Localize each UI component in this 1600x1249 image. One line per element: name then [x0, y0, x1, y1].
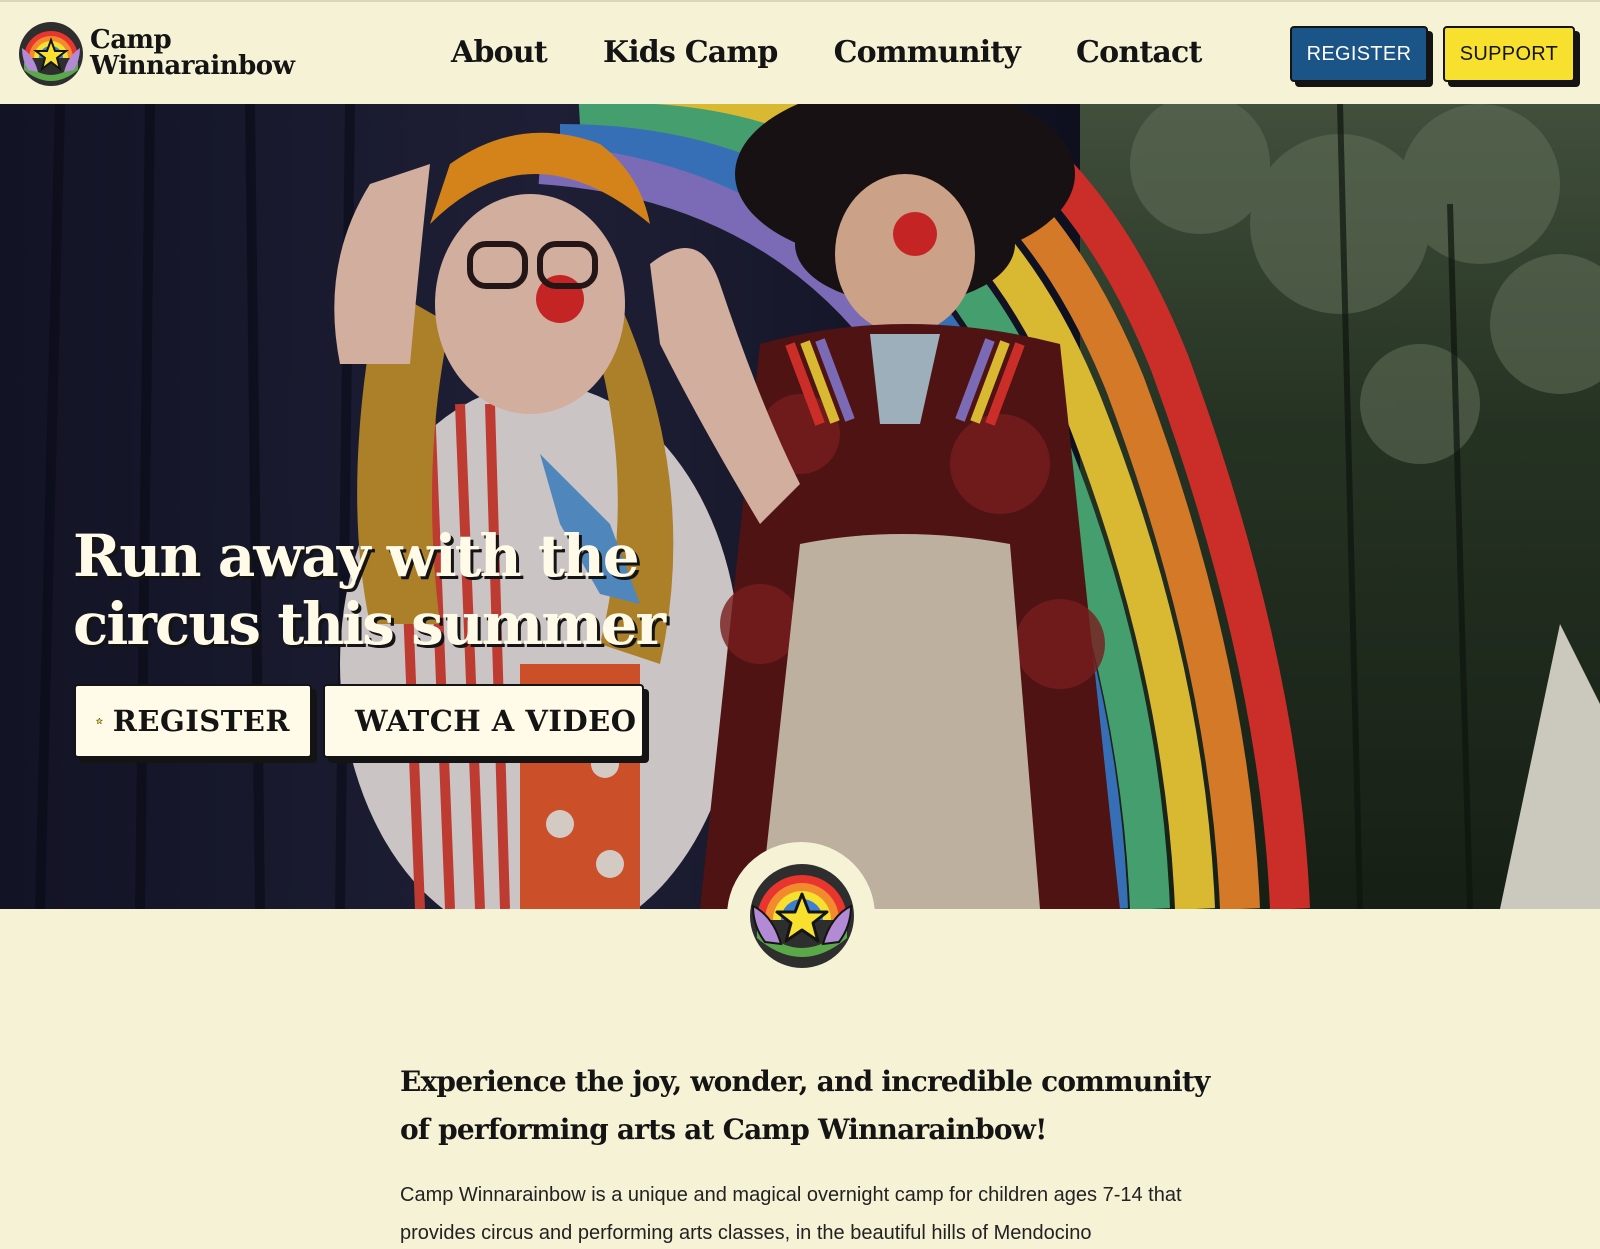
- header-support-button[interactable]: SUPPORT: [1443, 26, 1575, 82]
- watch-video-label: WATCH A VIDEO: [355, 704, 637, 738]
- site-name-line2: Winnarainbow: [90, 51, 295, 81]
- intro-body: Camp Winnarainbow is a unique and magica…: [400, 1184, 1182, 1244]
- header-register-button[interactable]: REGISTER: [1290, 26, 1428, 82]
- site-name: Camp Winnarainbow: [90, 27, 295, 79]
- rainbow-star-logo-icon: [19, 22, 83, 86]
- nav-contact[interactable]: Contact: [1076, 35, 1202, 70]
- hero-title: Run away with the circus this summer: [73, 522, 666, 658]
- intro-section: Experience the joy, wonder, and incredib…: [400, 1058, 1220, 1249]
- watch-video-button[interactable]: WATCH A VIDEO: [323, 684, 644, 758]
- center-emblem: [727, 842, 875, 990]
- intro-lead: Experience the joy, wonder, and incredib…: [400, 1065, 1210, 1146]
- hero-register-label: REGISTER: [112, 704, 290, 738]
- main-nav: About Kids Camp Community Contact: [451, 35, 1258, 70]
- site-name-line1: Camp: [90, 25, 172, 55]
- nav-kids-camp[interactable]: Kids Camp: [603, 35, 778, 70]
- nav-about[interactable]: About: [451, 35, 548, 70]
- hero-register-button[interactable]: REGISTER: [74, 684, 312, 758]
- nav-community[interactable]: Community: [834, 35, 1021, 70]
- site-header: Camp Winnarainbow About Kids Camp Commun…: [0, 0, 1600, 104]
- star-icon: [96, 717, 103, 725]
- hero-photo: [0, 104, 1600, 909]
- hero-section: Run away with the circus this summer REG…: [0, 104, 1600, 909]
- rainbow-star-emblem-icon: [750, 864, 854, 968]
- site-logo[interactable]: Camp Winnarainbow: [16, 18, 295, 88]
